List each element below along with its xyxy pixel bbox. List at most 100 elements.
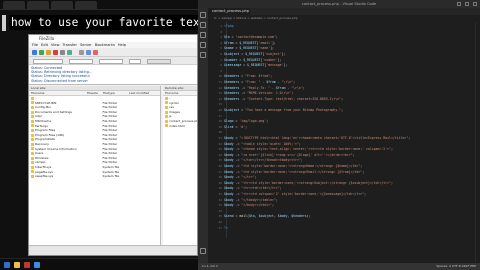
file-cell: System file <box>102 174 120 179</box>
explorer-icon[interactable] <box>200 12 206 18</box>
quickconnect-button[interactable] <box>147 58 171 64</box>
code-editor-window: contact_process.php - Visual Studio Code… <box>198 0 480 270</box>
folder-icon <box>31 174 34 178</box>
filezilla-icon[interactable] <box>24 262 30 268</box>
debug-icon[interactable] <box>200 42 206 48</box>
line-number: 17 <box>218 113 222 118</box>
taskbar <box>0 258 198 270</box>
code-line[interactable]: $send = mail($to, $subject, $body, $head… <box>224 214 310 218</box>
browser-tab[interactable] <box>75 1 97 9</box>
folder-icon <box>165 101 168 105</box>
close-icon[interactable] <box>473 2 477 6</box>
code-line[interactable]: $body .= "</tbody></table>"; <box>224 198 278 202</box>
local-pane: Local site: Filename Filesize Filetype L… <box>29 86 161 246</box>
code-line[interactable]: $body .= "<thead style='text-align: cent… <box>224 147 393 151</box>
maximize-icon[interactable] <box>465 2 469 6</box>
file-info[interactable]: Spaces: 4 UTF-8 CRLF PHP <box>436 263 476 270</box>
tab-contact-process[interactable]: contact_process.php <box>208 8 250 15</box>
remote-file-row[interactable]: index.html <box>163 124 197 129</box>
file-panes: Local site: Filename Filesize Filetype L… <box>29 86 197 246</box>
code-line[interactable]: $body .= "</body></html>"; <box>224 203 274 207</box>
code-line[interactable]: $headers = "From: " . $from . "\r\n"; <box>224 80 295 84</box>
column-header[interactable]: Filename <box>163 91 179 95</box>
line-number: 25 <box>218 158 222 163</box>
line-number: 15 <box>218 102 222 107</box>
folder-icon <box>165 119 168 123</box>
filezilla-toolbar <box>29 48 197 57</box>
code-line[interactable]: $headers .= "Reply-To: " . $from . "\r\n… <box>224 86 305 90</box>
queue-icon[interactable] <box>46 50 51 55</box>
code-line[interactable]: $to = "contact@example.com"; <box>224 35 278 39</box>
code-line[interactable]: $subject = "You have a message from your… <box>224 108 343 112</box>
port-input[interactable] <box>129 58 141 64</box>
vscode-icon[interactable] <box>34 262 40 268</box>
code-line[interactable]: $body .= "<table style='width: 100%;'>"; <box>224 142 301 146</box>
browser-tab[interactable] <box>51 1 73 9</box>
browser-tab[interactable] <box>27 1 49 9</box>
line-number: 28 <box>218 175 222 180</box>
code-line[interactable]: $number = $_REQUEST['number']; <box>224 58 282 62</box>
filezilla-statusbar <box>29 245 197 255</box>
line-number: 32 <box>218 197 222 202</box>
file-row[interactable]: swapfile.sys System file <box>29 174 160 179</box>
column-header[interactable]: Filesize <box>85 91 101 95</box>
column-header[interactable]: Last modified <box>127 91 159 95</box>
code-line[interactable]: $body .= "<td style='border:none;'><stro… <box>224 164 362 168</box>
line-number: 34 <box>218 208 222 213</box>
folder-icon <box>31 133 34 137</box>
host-input[interactable] <box>33 58 63 64</box>
code-line[interactable]: $body .= "<tr><td style='border:none;'><… <box>224 181 393 185</box>
code-line[interactable]: $body .= "</td></tr></thead><tbody><tr>"… <box>224 158 303 162</box>
code-area[interactable]: <?php $to = "contact@example.com"; $from =… <box>224 22 474 262</box>
code-line[interactable]: $body .= "<tr><td colspan='2' style='bor… <box>224 192 366 196</box>
folder-icon[interactable] <box>14 262 20 268</box>
code-line[interactable]: $subject = $_REQUEST['subject']; <box>224 52 285 56</box>
disconnect-icon[interactable] <box>60 50 65 55</box>
refresh-icon[interactable] <box>39 50 44 55</box>
search-icon[interactable] <box>93 50 98 55</box>
minimize-icon[interactable] <box>457 2 461 6</box>
code-line[interactable]: $headers .= "MIME-Version: 1.0\r\n"; <box>224 91 293 95</box>
filter-icon[interactable] <box>79 50 84 55</box>
column-header[interactable]: Filename <box>29 91 85 95</box>
password-input[interactable] <box>99 58 123 64</box>
cancel-icon[interactable] <box>53 50 58 55</box>
code-line[interactable]: $cmessage = $_REQUEST['message']; <box>224 63 287 67</box>
code-line[interactable]: $body .= "<td style='border:none;'><stro… <box>224 170 364 174</box>
tab-strip <box>3 1 97 9</box>
cursor-position[interactable]: Ln 1, Col 1 <box>202 263 218 270</box>
search-icon[interactable] <box>200 22 206 28</box>
browser-tab[interactable] <box>3 1 25 9</box>
scrollbar[interactable] <box>475 22 480 262</box>
line-number: 12 <box>218 85 222 90</box>
line-number: 21 <box>218 136 222 140</box>
code-line[interactable]: $body .= "<tr><td></td></tr>"; <box>224 186 282 190</box>
code-line[interactable]: ?> <box>224 226 228 230</box>
compare-icon[interactable] <box>86 50 91 55</box>
code-line[interactable]: $name = $_REQUEST['name']; <box>224 46 274 50</box>
code-line[interactable]: $from = $_REQUEST['email']; <box>224 41 276 45</box>
source-control-icon[interactable] <box>200 32 206 38</box>
remote-file-list: .. cgi-bin css images js contact_process.php i… <box>163 96 197 128</box>
column-header[interactable]: Filetype <box>101 91 127 95</box>
code-line[interactable]: $body .= "<a href='{$link}'><img src='{$… <box>224 153 355 157</box>
code-line[interactable]: $logo = 'img/logo.png'; <box>224 119 268 123</box>
extensions-icon[interactable] <box>200 52 206 58</box>
folder-icon <box>165 105 168 109</box>
code-line[interactable]: $body .= "</tr>"; <box>224 175 257 179</box>
window-controls <box>457 2 477 6</box>
start-icon[interactable] <box>4 262 10 268</box>
code-line[interactable]: $headers = "From: $from"; <box>224 74 272 78</box>
line-number: 29 <box>218 180 222 185</box>
username-input[interactable] <box>69 58 93 64</box>
line-number: 11 <box>218 80 222 84</box>
code-line[interactable]: $link = '#'; <box>224 125 247 129</box>
code-line[interactable]: $body = "<!DOCTYPE html><html lang='en'>… <box>224 136 410 140</box>
reconnect-icon[interactable] <box>67 50 72 55</box>
code-line[interactable]: $headers .= "Content-Type: text/html; ch… <box>224 97 343 101</box>
code-line[interactable]: <?php <box>224 24 234 28</box>
line-number: 16 <box>218 108 222 112</box>
site-manager-icon[interactable] <box>32 50 37 55</box>
line-number: 3 <box>220 35 222 40</box>
gear-icon[interactable] <box>200 248 206 254</box>
